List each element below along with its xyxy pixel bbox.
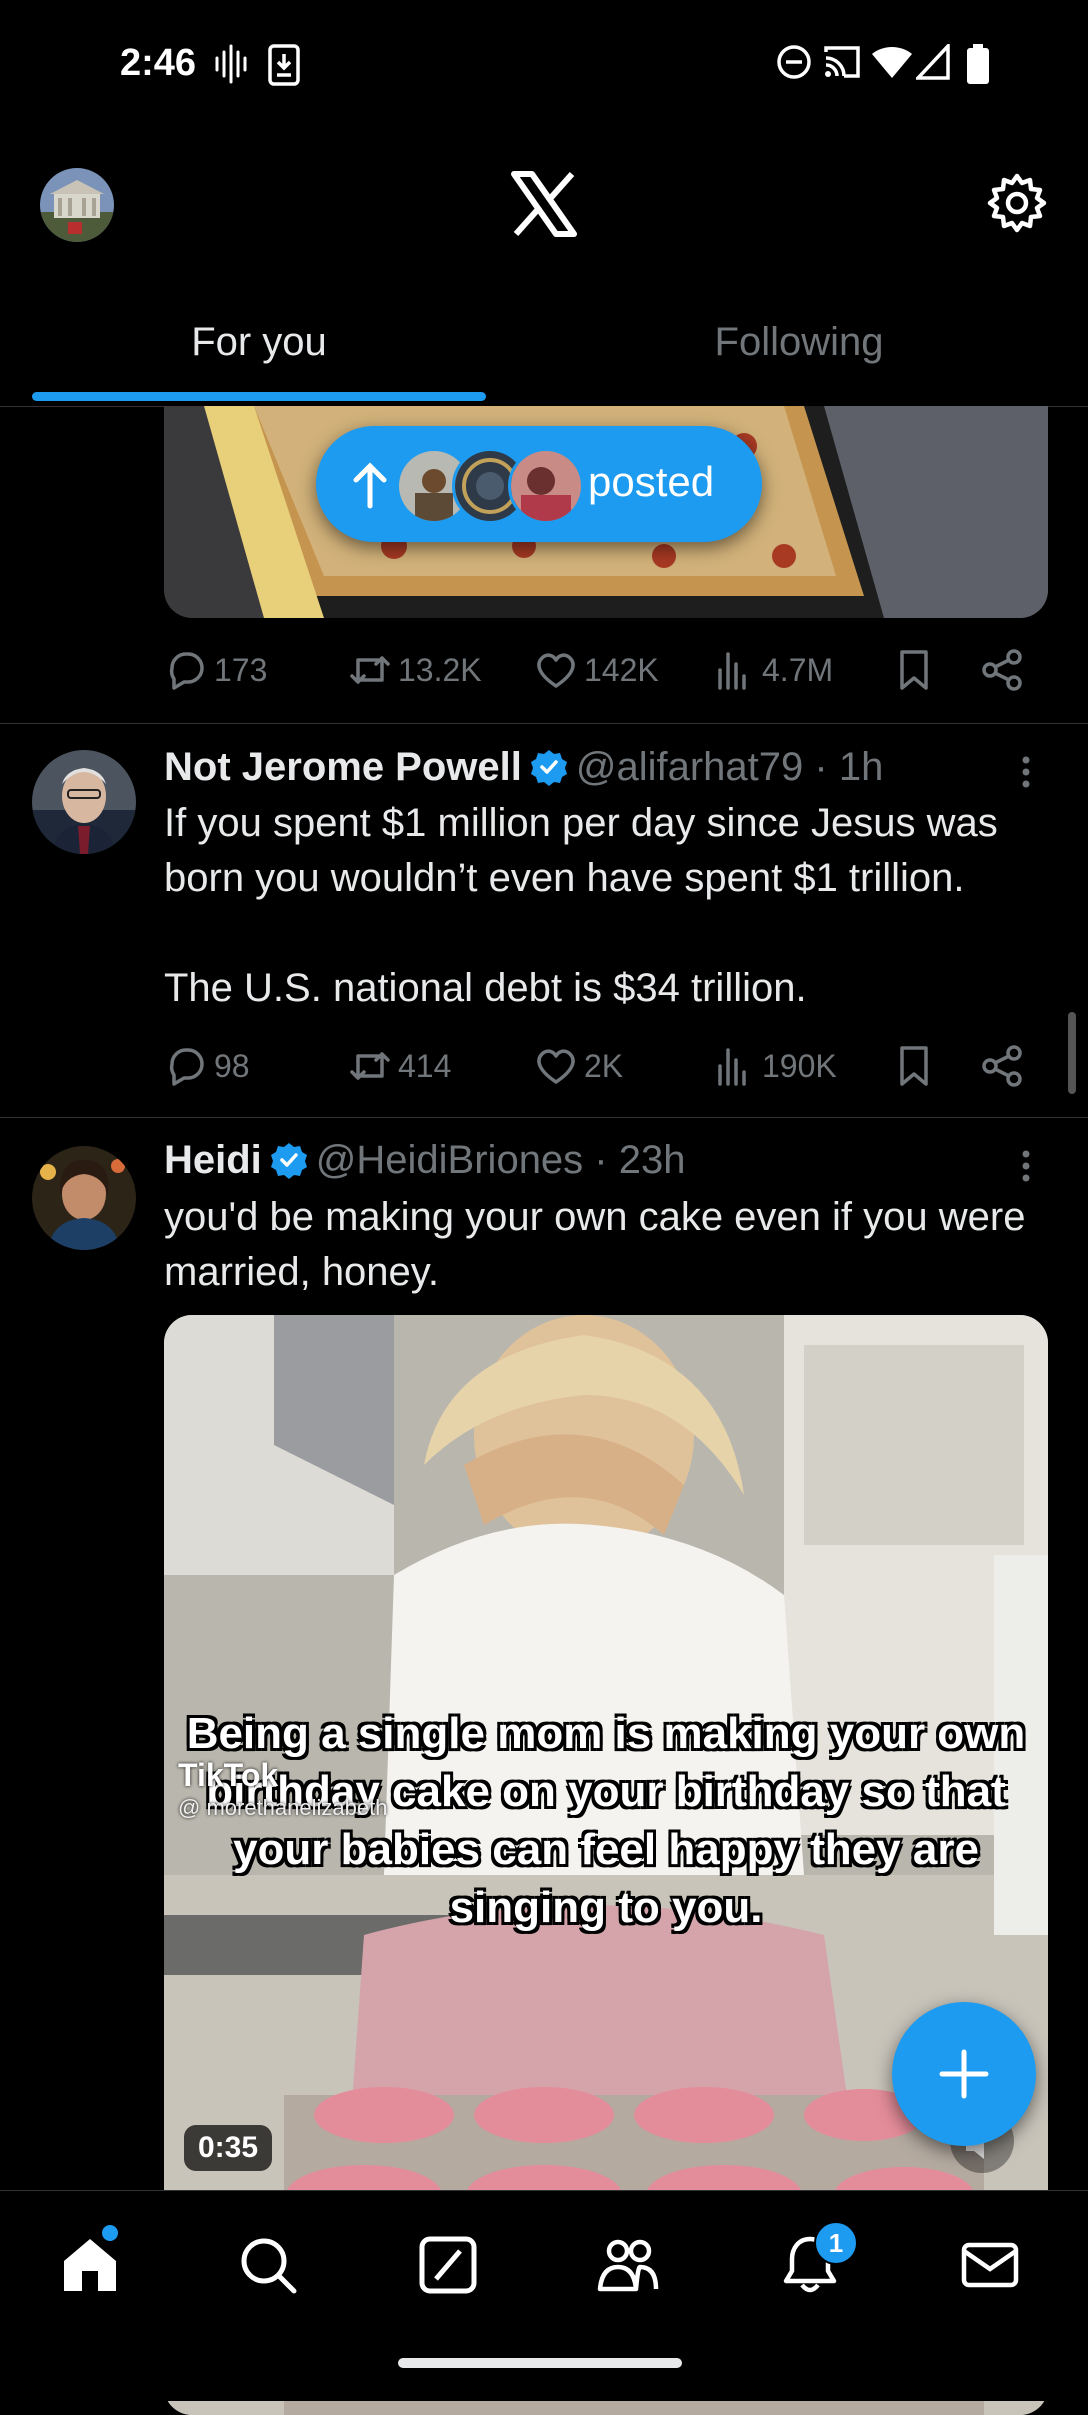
- tweet-author-avatar[interactable]: [32, 750, 136, 854]
- timeline-tabs: For you Following: [0, 290, 1088, 407]
- like-count: 2K: [584, 1047, 624, 1084]
- share-button[interactable]: [980, 1036, 1030, 1096]
- tiktok-watermark: TikTok: [178, 1757, 279, 1793]
- plus-icon: [939, 2049, 989, 2099]
- vibrate-icon: [215, 44, 247, 84]
- tiktok-username: @ morethanelizabeth: [178, 1795, 388, 1820]
- tweet-header: Heidi @HeidiBriones · 23h: [164, 1138, 685, 1183]
- x-logo-icon[interactable]: [508, 168, 580, 240]
- tweet-author-avatar[interactable]: [32, 1146, 136, 1250]
- profile-avatar[interactable]: [40, 168, 114, 242]
- compose-button[interactable]: [892, 2002, 1036, 2146]
- status-bar: 2:46: [0, 0, 1088, 130]
- cast-icon: [824, 46, 860, 78]
- wifi-icon: [872, 46, 912, 78]
- reply-icon: [169, 1048, 204, 1086]
- share-button[interactable]: [980, 640, 1030, 700]
- reply-icon: [169, 652, 204, 690]
- like-button[interactable]: 142K: [534, 640, 659, 700]
- gesture-home-indicator[interactable]: [398, 2358, 682, 2368]
- author-name[interactable]: Heidi: [164, 1138, 262, 1182]
- do-not-disturb-icon: [777, 45, 811, 79]
- views-count: 190K: [762, 1047, 837, 1084]
- tab-following[interactable]: Following: [540, 320, 1058, 365]
- analytics-icon: [718, 1048, 746, 1086]
- divider: [0, 1117, 1088, 1118]
- repost-icon: [350, 656, 390, 684]
- new-posts-pill[interactable]: posted: [316, 426, 762, 542]
- status-time: 2:46: [120, 42, 197, 84]
- like-button[interactable]: 2K: [534, 1036, 623, 1096]
- video-caption: Being a single mom is making your own bi…: [186, 1709, 1026, 1932]
- battery-icon: [967, 44, 989, 84]
- bottom-navigation: 1: [0, 2190, 1088, 2401]
- tweet-header: Not Jerome Powell @alifarhat79 · 1h: [164, 745, 883, 790]
- divider: [0, 723, 1088, 724]
- bookmark-button[interactable]: [892, 1036, 942, 1096]
- tweet-actions: 173 13.2K 142K 4.7M: [164, 640, 1048, 700]
- bookmark-icon: [900, 650, 928, 690]
- share-icon: [982, 1045, 1022, 1087]
- messages-icon[interactable]: [958, 2233, 1022, 2297]
- heart-icon: [537, 1049, 575, 1084]
- home-unread-dot: [102, 2225, 118, 2241]
- bookmark-button[interactable]: [892, 640, 942, 700]
- bookmark-icon: [900, 1046, 928, 1086]
- repost-icon: [350, 1052, 390, 1080]
- notification-badge: 1: [814, 2221, 858, 2265]
- home-icon[interactable]: [58, 2233, 122, 2297]
- tweet-actions: 98 414 2K 190K: [164, 1036, 1048, 1096]
- reply-count: 173: [214, 651, 268, 688]
- more-options-icon[interactable]: [1006, 752, 1046, 792]
- communities-icon[interactable]: [596, 2233, 660, 2297]
- new-posts-label: posted: [588, 458, 715, 505]
- active-tab-indicator: [32, 392, 486, 401]
- views-button[interactable]: 4.7M: [712, 640, 833, 700]
- reply-button[interactable]: 98: [164, 1036, 250, 1096]
- search-icon[interactable]: [236, 2233, 300, 2297]
- repost-button[interactable]: 414: [348, 1036, 451, 1096]
- heart-icon: [537, 653, 575, 688]
- arrow-up-icon: [353, 462, 387, 509]
- views-button[interactable]: 190K: [712, 1036, 837, 1096]
- author-handle[interactable]: @HeidiBriones · 23h: [316, 1138, 686, 1182]
- gear-icon[interactable]: [986, 172, 1048, 234]
- share-icon: [982, 649, 1022, 691]
- reply-button[interactable]: 173: [164, 640, 267, 700]
- repost-button[interactable]: 13.2K: [348, 640, 482, 700]
- verified-badge-icon: [530, 750, 567, 786]
- tweet-text: If you spent $1 million per day since Je…: [164, 801, 998, 1010]
- repost-count: 414: [398, 1047, 452, 1084]
- author-handle[interactable]: @alifarhat79 · 1h: [576, 745, 883, 789]
- more-options-icon[interactable]: [1006, 1146, 1046, 1186]
- scrollbar[interactable]: [1068, 1012, 1076, 1094]
- reply-count: 98: [214, 1047, 250, 1084]
- repost-count: 13.2K: [398, 651, 482, 688]
- grok-icon[interactable]: [416, 2233, 480, 2297]
- video-duration: 0:35: [184, 2125, 273, 2171]
- poster-avatar: [508, 448, 584, 524]
- like-count: 142K: [584, 651, 659, 688]
- tweet-text: you'd be making your own cake even if yo…: [164, 1195, 1037, 1294]
- author-name[interactable]: Not Jerome Powell: [164, 745, 522, 789]
- verified-badge-icon: [270, 1143, 307, 1179]
- analytics-icon: [718, 652, 746, 690]
- download-icon: [268, 44, 300, 86]
- tab-for-you[interactable]: For you: [0, 320, 518, 365]
- signal-icon: [916, 44, 950, 80]
- views-count: 4.7M: [762, 651, 834, 688]
